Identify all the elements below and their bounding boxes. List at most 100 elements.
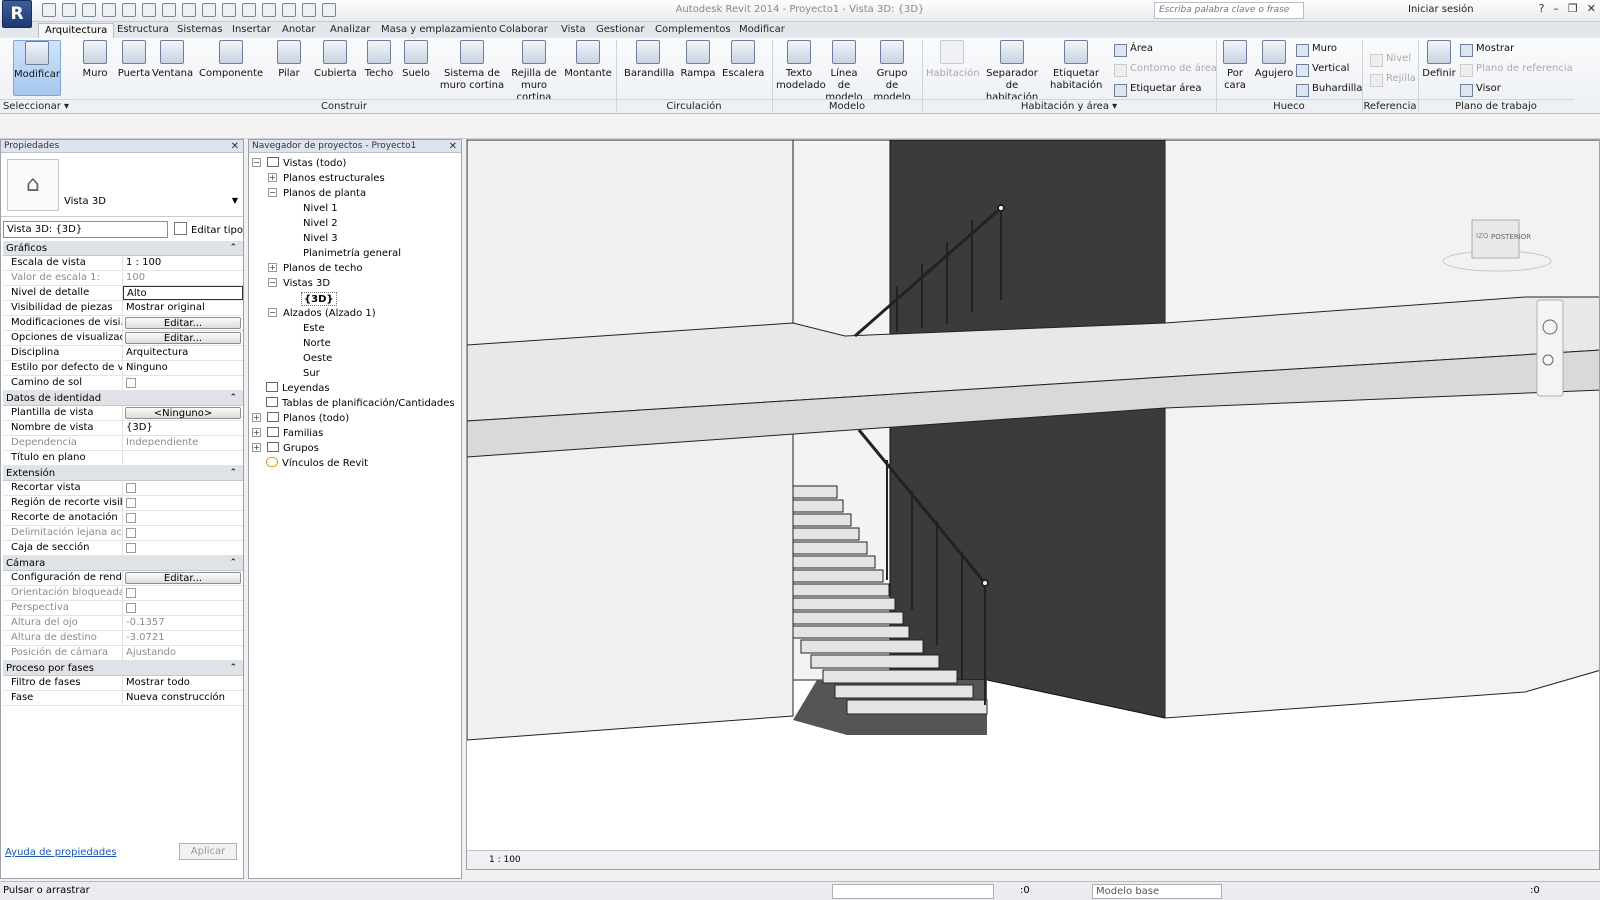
tab-masa[interactable]: Masa y emplazamiento: [375, 23, 503, 38]
edit-type-button[interactable]: Editar tipo: [174, 222, 243, 236]
view-scale[interactable]: 1 : 100: [489, 855, 521, 865]
3d-viewport[interactable]: IZQ POSTERIOR 1 : 100: [466, 139, 1600, 870]
by-face-button[interactable]: Por cara: [1220, 40, 1250, 96]
curtain-system-button[interactable]: Sistema de muro cortina: [438, 40, 506, 96]
dormer-button[interactable]: Buhardilla: [1296, 82, 1362, 97]
signin-button[interactable]: Iniciar sesión: [1408, 4, 1474, 15]
tab-sistemas[interactable]: Sistemas: [171, 23, 229, 38]
search-input[interactable]: Escriba palabra clave o frase: [1154, 2, 1304, 19]
shaft-button[interactable]: Agujero: [1254, 40, 1294, 96]
level-button[interactable]: Nivel: [1370, 52, 1411, 67]
tree-item-3d-views[interactable]: − Vistas 3D: [268, 277, 330, 291]
checkbox[interactable]: [126, 378, 136, 388]
grid-button[interactable]: Rejilla: [1370, 72, 1416, 87]
tag-room-button[interactable]: Etiquetar habitación: [1050, 40, 1102, 96]
category-identidad[interactable]: Datos de identidad: [3, 391, 243, 406]
set-workplane-button[interactable]: Definir: [1422, 40, 1456, 96]
design-option-select[interactable]: Modelo base: [1092, 884, 1222, 899]
prop-value[interactable]: 1 : 100: [123, 256, 243, 270]
editable-count[interactable]: :0: [1020, 885, 1030, 896]
category-fases[interactable]: Proceso por fases: [3, 661, 243, 676]
tab-arquitectura[interactable]: Arquitectura: [38, 23, 115, 38]
edit-button[interactable]: Editar...: [125, 572, 241, 584]
tree-item-level-1[interactable]: Nivel 1: [303, 202, 338, 216]
ramp-button[interactable]: Rampa: [680, 40, 716, 96]
tree-item-elevations[interactable]: − Alzados (Alzado 1): [268, 307, 376, 321]
wall-button[interactable]: Muro: [80, 40, 110, 96]
tree-item-north[interactable]: Norte: [303, 337, 331, 351]
tree-item-level-3[interactable]: Nivel 3: [303, 232, 338, 246]
category-graficos[interactable]: Gráficos: [3, 241, 243, 256]
category-camara[interactable]: Cámara: [3, 556, 243, 571]
tree-item-revit-links[interactable]: Vínculos de Revit: [266, 457, 368, 471]
tab-modificar[interactable]: Modificar: [733, 23, 791, 38]
edit-button[interactable]: Editar...: [125, 332, 241, 344]
tree-item-east[interactable]: Este: [303, 322, 325, 336]
modify-button[interactable]: Modificar: [13, 40, 61, 96]
tab-complementos[interactable]: Complementos: [649, 23, 737, 38]
model-group-button[interactable]: Grupo de modelo: [870, 40, 914, 103]
filter-count[interactable]: :0: [1530, 885, 1540, 896]
tree-item-views[interactable]: − Vistas (todo): [252, 157, 346, 171]
model-canvas[interactable]: IZQ POSTERIOR: [467, 140, 1600, 852]
roof-button[interactable]: Cubierta: [314, 40, 357, 96]
checkbox[interactable]: [126, 543, 136, 553]
tree-item-structural-plans[interactable]: + Planos estructurales: [268, 172, 385, 186]
floor-button[interactable]: Suelo: [401, 40, 431, 96]
room-button[interactable]: Habitación: [926, 40, 980, 96]
tree-item-west[interactable]: Oeste: [303, 352, 332, 366]
window-button[interactable]: Ventana: [152, 40, 193, 96]
tree-item-sheets[interactable]: + Planos (todo): [252, 412, 349, 426]
close-icon[interactable]: ✕: [449, 140, 457, 153]
tree-item-site[interactable]: Planimetría general: [303, 247, 401, 261]
model-text-button[interactable]: Texto modelado: [776, 40, 826, 96]
component-button[interactable]: Componente: [199, 40, 263, 96]
tab-colaborar[interactable]: Colaborar: [493, 23, 554, 38]
chevron-down-icon[interactable]: ▼: [232, 196, 238, 205]
ceiling-button[interactable]: Techo: [363, 40, 395, 96]
tree-item-ceiling-plans[interactable]: + Planos de techo: [268, 262, 363, 276]
application-menu-button[interactable]: R: [2, 0, 32, 28]
checkbox[interactable]: [126, 498, 136, 508]
help-icon[interactable]: ?: [1539, 2, 1545, 15]
navigation-bar[interactable]: [1536, 299, 1564, 397]
viewer-button[interactable]: Visor: [1460, 82, 1501, 97]
curtain-grid-button[interactable]: Rejilla de muro cortina: [502, 40, 566, 103]
checkbox[interactable]: [126, 483, 136, 493]
tab-anotar[interactable]: Anotar: [276, 23, 321, 38]
view-template-button[interactable]: <Ninguno>: [125, 407, 241, 419]
apply-button[interactable]: Aplicar: [179, 843, 237, 860]
tree-item-groups[interactable]: + Grupos: [252, 442, 319, 456]
properties-help-link[interactable]: Ayuda de propiedades: [5, 847, 117, 858]
group-label-select[interactable]: Seleccionar ▾: [0, 99, 72, 113]
tree-item-schedules[interactable]: Tablas de planificación/Cantidades: [266, 397, 455, 411]
tab-insertar[interactable]: Insertar: [226, 23, 277, 38]
restore-icon[interactable]: ❐: [1568, 2, 1578, 15]
tree-item-level-2[interactable]: Nivel 2: [303, 217, 338, 231]
instance-filter-select[interactable]: Vista 3D: {3D}: [3, 221, 168, 238]
type-selector[interactable]: ⌂ Vista 3D ▼: [1, 153, 243, 217]
room-separator-button[interactable]: Separador de habitación: [980, 40, 1044, 103]
category-extension[interactable]: Extensión: [3, 466, 243, 481]
model-line-button[interactable]: Línea de modelo: [824, 40, 864, 103]
wall-opening-button[interactable]: Muro: [1296, 42, 1337, 57]
stair-button[interactable]: Escalera: [722, 40, 764, 96]
close-icon[interactable]: ✕: [1587, 2, 1596, 15]
door-button[interactable]: Puerta: [116, 40, 152, 96]
area-boundary-button[interactable]: Contorno de área: [1114, 62, 1217, 77]
minimize-icon[interactable]: –: [1553, 2, 1559, 15]
checkbox[interactable]: [126, 513, 136, 523]
area-button[interactable]: Área: [1114, 42, 1153, 57]
tree-item-families[interactable]: + Familias: [252, 427, 323, 441]
tree-item-legends[interactable]: Leyendas: [266, 382, 330, 396]
close-icon[interactable]: ✕: [231, 140, 239, 153]
show-workplane-button[interactable]: Mostrar: [1460, 42, 1514, 57]
tag-area-button[interactable]: Etiquetar área: [1114, 82, 1202, 97]
tree-item-3d-current[interactable]: {3D}: [301, 292, 337, 306]
tab-gestionar[interactable]: Gestionar: [590, 23, 651, 38]
tab-estructura[interactable]: Estructura: [111, 23, 175, 38]
vertical-opening-button[interactable]: Vertical: [1296, 62, 1349, 77]
tab-analizar[interactable]: Analizar: [324, 23, 376, 38]
tree-item-south[interactable]: Sur: [303, 367, 320, 381]
tree-item-floor-plans[interactable]: − Planos de planta: [268, 187, 366, 201]
